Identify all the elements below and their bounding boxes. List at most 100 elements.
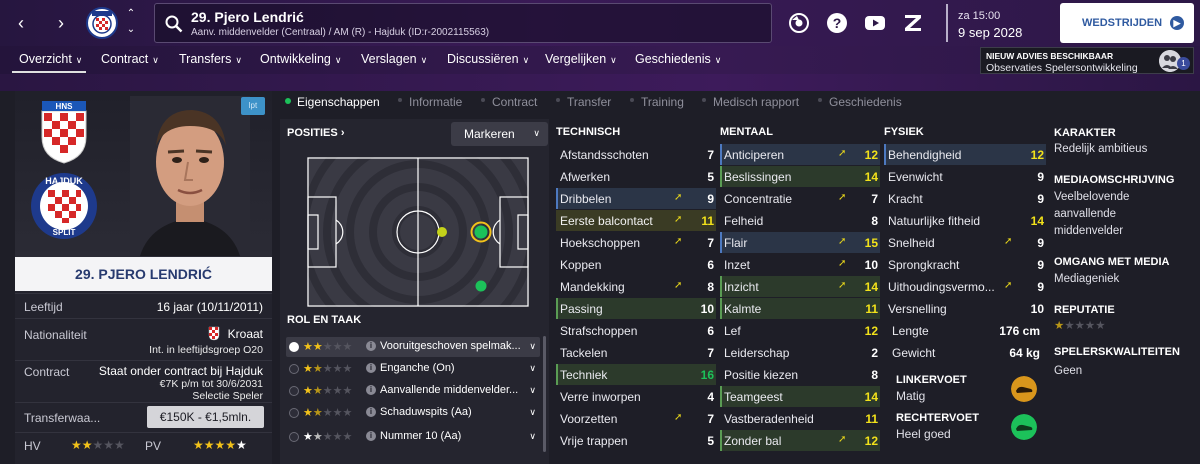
attribute-row[interactable]: Strafschoppen 6 <box>556 320 716 341</box>
attribute-row[interactable]: Evenwicht 9 <box>884 166 1046 187</box>
attribute-row[interactable]: Dribbelen ➚ 9 <box>556 188 716 209</box>
tab-medisch[interactable]: Medisch rapport <box>713 95 799 109</box>
attribute-row[interactable]: Mandekking ➚ 8 <box>556 276 716 297</box>
role-row[interactable]: ★★★★★ i Aanvallende middenvelder... ∨ <box>286 381 540 401</box>
attribute-row[interactable]: Leiderschap 2 <box>720 342 880 363</box>
attribute-row[interactable]: Zonder bal ➚ 12 <box>720 430 880 451</box>
info-icon[interactable]: i <box>366 407 376 417</box>
club-crest-icon[interactable] <box>86 7 118 39</box>
player-search-box[interactable]: 29. Pjero Lendrić Aanv. middenvelder (Ce… <box>154 3 772 43</box>
roles-scrollbar[interactable] <box>543 336 546 452</box>
mark-dropdown[interactable]: Markeren ∨ <box>451 122 548 146</box>
tab-informatie[interactable]: Informatie <box>409 95 462 109</box>
tab-geschiedenis[interactable]: Geschiedenis <box>829 95 902 109</box>
attribute-row[interactable]: Uithoudingsvermo... ➚ 9 <box>884 276 1046 297</box>
attribute-row[interactable]: Afwerken 5 <box>556 166 716 187</box>
nav-verslagen[interactable]: Verslagen ∨ <box>361 52 427 66</box>
attribute-row[interactable]: Kracht 9 <box>884 188 1046 209</box>
info-icon[interactable]: i <box>366 385 376 395</box>
attribute-value: 8 <box>707 280 714 294</box>
role-radio[interactable] <box>289 408 299 418</box>
help-icon[interactable]: ? <box>826 12 848 34</box>
role-radio[interactable] <box>289 364 299 374</box>
attribute-row[interactable]: Vrije trappen 5 <box>556 430 716 451</box>
attribute-row[interactable]: Inzicht ➚ 14 <box>720 276 880 297</box>
position-dot-secondary[interactable] <box>436 226 448 238</box>
chevron-down-icon[interactable]: ∨ <box>529 385 536 396</box>
matches-button[interactable]: WEDSTRIJDEN ▶ <box>1060 3 1194 43</box>
attribute-row[interactable]: Verre inworpen 4 <box>556 386 716 407</box>
nav-vergelijken[interactable]: Vergelijken ∨ <box>545 52 617 66</box>
nav-discussieren[interactable]: Discussiëren ∨ <box>447 52 529 66</box>
tab-eigenschappen[interactable]: Eigenschappen <box>297 95 380 109</box>
search-icon[interactable] <box>165 15 183 33</box>
role-radio[interactable] <box>289 432 299 442</box>
info-icon[interactable]: i <box>366 363 376 373</box>
attribute-row[interactable]: Techniek 16 <box>556 364 716 385</box>
info-icon[interactable]: i <box>366 341 376 351</box>
chevron-down-icon[interactable]: ∨ <box>529 363 536 374</box>
nav-transfers[interactable]: Transfers ∨ <box>179 52 242 66</box>
positions-title[interactable]: POSITIES › <box>287 127 344 139</box>
chevron-down-icon[interactable]: ∨ <box>529 431 536 442</box>
role-row[interactable]: ★★★★★ i Vooruitgeschoven spelmak... ∨ <box>286 337 540 357</box>
tab-training[interactable]: Training <box>641 95 684 109</box>
player-badge-icon[interactable]: lpt <box>241 97 265 115</box>
attribute-row[interactable]: Concentratie ➚ 7 <box>720 188 880 209</box>
role-row[interactable]: ★★★★★ i Schaduwspits (Aa) ∨ <box>286 403 540 423</box>
back-icon[interactable]: ‹ <box>8 10 34 36</box>
nav-geschiedenis[interactable]: Geschiedenis ∨ <box>635 52 721 66</box>
attribute-row[interactable]: Kalmte 11 <box>720 298 880 319</box>
attribute-row[interactable]: Eerste balcontact ➚ 11 <box>556 210 716 231</box>
position-dot-accomplished[interactable] <box>475 280 487 292</box>
transfer-value[interactable]: €150K - €1,5mln. <box>147 406 264 428</box>
attribute-row[interactable]: Behendigheid 12 <box>884 144 1046 165</box>
chevron-down-icon[interactable]: ∨ <box>529 341 536 352</box>
youtube-icon[interactable] <box>864 12 886 34</box>
attribute-row[interactable]: Natuurlijke fitheid 14 <box>884 210 1046 231</box>
tab-separator <box>481 98 485 102</box>
role-radio[interactable] <box>289 342 299 352</box>
tab-transfer[interactable]: Transfer <box>567 95 611 109</box>
pv-label: PV <box>145 439 162 453</box>
media-handling-title: OMGANG MET MEDIA <box>1054 256 1170 268</box>
attribute-row[interactable]: Flair ➚ 15 <box>720 232 880 253</box>
attribute-row[interactable]: Koppen 6 <box>556 254 716 275</box>
forward-icon[interactable]: › <box>48 10 74 36</box>
attribute-row[interactable]: Passing 10 <box>556 298 716 319</box>
attribute-row[interactable]: Vastberadenheid 11 <box>720 408 880 429</box>
role-row[interactable]: ★★★★★ i Nummer 10 (Aa) ∨ <box>286 427 540 447</box>
svg-text:HAJDUK: HAJDUK <box>45 176 83 186</box>
attribute-row[interactable]: Afstandsschoten 7 <box>556 144 716 165</box>
info-icon[interactable]: i <box>366 431 376 441</box>
attribute-row[interactable]: Beslissingen 14 <box>720 166 880 187</box>
attribute-row[interactable]: Lef 12 <box>720 320 880 341</box>
attribute-row[interactable]: Versnelling 10 <box>884 298 1046 319</box>
z-icon[interactable] <box>902 12 924 34</box>
attribute-row[interactable]: Felheid 8 <box>720 210 880 231</box>
chevron-down-icon[interactable]: ∨ <box>529 407 536 418</box>
position-dot-natural[interactable] <box>470 221 492 243</box>
attribute-row[interactable]: Hoekschoppen ➚ 7 <box>556 232 716 253</box>
tab-contract[interactable]: Contract <box>492 95 537 109</box>
attribute-row[interactable]: Voorzetten ➚ 7 <box>556 408 716 429</box>
attribute-row[interactable]: Inzet ➚ 10 <box>720 254 880 275</box>
attribute-name: Afstandsschoten <box>560 148 649 162</box>
advice-notification[interactable]: NIEUW ADVIES BESCHIKBAAR Observaties Spe… <box>980 47 1194 74</box>
attribute-row[interactable]: Teamgeest 14 <box>720 386 880 407</box>
nav-ontwikkeling[interactable]: Ontwikkeling ∨ <box>260 52 341 66</box>
role-row[interactable]: ★★★★★ i Enganche (On) ∨ <box>286 359 540 379</box>
attribute-row[interactable]: Positie kiezen 8 <box>720 364 880 385</box>
attribute-row[interactable]: Tackelen 7 <box>556 342 716 363</box>
up-down-icon[interactable]: ⌃ ⌄ <box>124 6 138 40</box>
nav-contract[interactable]: Contract ∨ <box>101 52 159 66</box>
attribute-row[interactable]: Snelheid ➚ 9 <box>884 232 1046 253</box>
fm-icon[interactable] <box>788 12 810 34</box>
attribute-value: 9 <box>1037 258 1044 272</box>
role-radio[interactable] <box>289 386 299 396</box>
attribute-row[interactable]: Anticiperen ➚ 12 <box>720 144 880 165</box>
right-foot-title: RECHTERVOET <box>896 412 979 424</box>
nav-overzicht[interactable]: Overzicht ∨ <box>19 52 82 66</box>
attribute-row[interactable]: Sprongkracht 9 <box>884 254 1046 275</box>
attribute-value: 14 <box>1030 214 1044 228</box>
